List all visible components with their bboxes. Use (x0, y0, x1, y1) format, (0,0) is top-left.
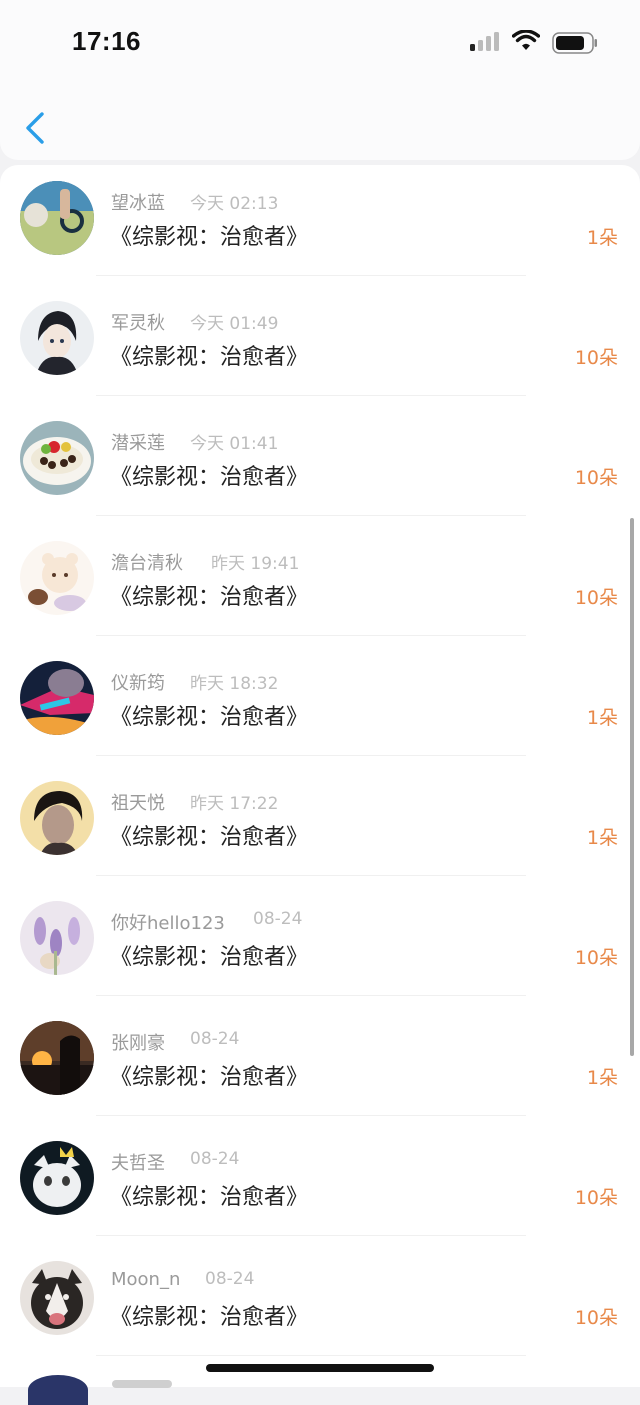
navigation-bar (0, 80, 640, 160)
flower-count: 10朵 (574, 587, 618, 609)
avatar-portrait-icon (20, 781, 94, 855)
avatar-food-icon (20, 421, 94, 495)
book-title: 《综影视：治愈者》 (110, 1065, 309, 1090)
row-divider (96, 275, 526, 276)
book-title: 《综影视：治愈者》 (110, 465, 309, 490)
home-indicator[interactable] (206, 1364, 434, 1372)
sender-name: 澹台清秋 (111, 553, 183, 574)
avatar-bear-icon (20, 541, 94, 615)
message-time: 08-24 (205, 1269, 255, 1289)
message-time: 今天 01:41 (190, 434, 279, 454)
status-time: 17:16 (72, 26, 141, 56)
flower-count: 1朵 (586, 227, 618, 249)
row-divider (96, 755, 526, 756)
message-time: 昨天 17:22 (190, 794, 279, 814)
list-item[interactable]: 张刚豪 08-24 《综影视：治愈者》 1朵 (0, 1005, 640, 1125)
gift-record-list: 望冰蓝 今天 02:13 《综影视：治愈者》 1朵 军灵秋 今天 01:49 《… (0, 165, 640, 1387)
sender-name: Moon_n (111, 1269, 181, 1290)
avatar-photo-icon (20, 181, 94, 255)
scrollbar[interactable] (630, 518, 634, 1056)
avatar-lavender-icon (20, 901, 94, 975)
message-time: 08-24 (190, 1029, 240, 1049)
book-title: 《综影视：治愈者》 (110, 225, 309, 250)
flower-count: 1朵 (586, 707, 618, 729)
row-divider (96, 515, 526, 516)
book-title: 《综影视：治愈者》 (110, 825, 309, 850)
flower-count: 1朵 (586, 1067, 618, 1089)
sender-name: 潜采莲 (111, 433, 165, 454)
message-time: 08-24 (253, 909, 303, 929)
avatar-game-icon (20, 661, 94, 735)
list-item[interactable]: 夫哲圣 08-24 《综影视：治愈者》 10朵 (0, 1125, 640, 1245)
sender-name: 望冰蓝 (111, 193, 165, 214)
battery-icon (552, 32, 597, 54)
back-chevron-icon[interactable] (22, 110, 50, 146)
sender-name: 军灵秋 (111, 313, 165, 334)
row-divider (96, 1115, 526, 1116)
avatar-husky-icon (20, 1261, 94, 1335)
row-divider (96, 395, 526, 396)
row-divider (96, 1235, 526, 1236)
sender-name: 张刚豪 (111, 1033, 165, 1054)
message-time: 昨天 19:41 (211, 554, 300, 574)
flower-count: 10朵 (574, 1307, 618, 1329)
message-time: 昨天 18:32 (190, 674, 279, 694)
row-divider (96, 1355, 526, 1356)
row-divider (96, 995, 526, 996)
sender-name: 祖天悦 (111, 793, 165, 814)
list-item[interactable]: 仪新筠 昨天 18:32 《综影视：治愈者》 1朵 (0, 645, 640, 765)
message-time: 今天 01:49 (190, 314, 279, 334)
sender-name: 仪新筠 (111, 673, 165, 694)
status-bar: 17:16 (0, 0, 640, 80)
list-item[interactable]: 望冰蓝 今天 02:13 《综影视：治愈者》 1朵 (0, 165, 640, 285)
sender-name: 夫哲圣 (111, 1153, 165, 1174)
flower-count: 1朵 (586, 827, 618, 849)
flower-count: 10朵 (574, 947, 618, 969)
list-item[interactable]: 澹台清秋 昨天 19:41 《综影视：治愈者》 10朵 (0, 525, 640, 645)
list-item[interactable]: 军灵秋 今天 01:49 《综影视：治愈者》 10朵 (0, 285, 640, 405)
avatar-cat-icon (20, 1141, 94, 1215)
list-item[interactable]: 你好hello123 08-24 《综影视：治愈者》 10朵 (0, 885, 640, 1005)
sender-name: 你好hello123 (111, 913, 225, 934)
book-title: 《综影视：治愈者》 (110, 345, 309, 370)
book-title: 《综影视：治愈者》 (110, 585, 309, 610)
flower-count: 10朵 (574, 347, 618, 369)
message-time: 08-24 (190, 1149, 240, 1169)
flower-count: 10朵 (574, 467, 618, 489)
book-title: 《综影视：治愈者》 (110, 1305, 309, 1330)
book-title: 《综影视：治愈者》 (110, 945, 309, 970)
row-divider (96, 875, 526, 876)
book-title: 《综影视：治愈者》 (110, 705, 309, 730)
list-item[interactable]: 潜采莲 今天 01:41 《综影视：治愈者》 10朵 (0, 405, 640, 525)
message-time: 今天 02:13 (190, 194, 279, 214)
avatar-sunset-icon (20, 1021, 94, 1095)
flower-count: 10朵 (574, 1187, 618, 1209)
list-item[interactable]: 祖天悦 昨天 17:22 《综影视：治愈者》 1朵 (0, 765, 640, 885)
wifi-icon (512, 30, 540, 50)
row-divider (96, 635, 526, 636)
partial-avatar (28, 1375, 88, 1405)
avatar-anime-icon (20, 301, 94, 375)
list-item[interactable]: Moon_n 08-24 《综影视：治愈者》 10朵 (0, 1245, 640, 1365)
book-title: 《综影视：治愈者》 (110, 1185, 309, 1210)
cellular-signal-icon (470, 32, 499, 51)
